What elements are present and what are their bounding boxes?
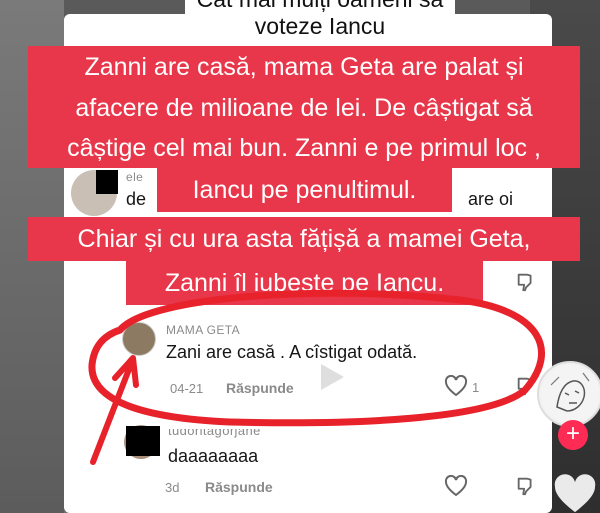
- red-annotation: [88, 289, 545, 465]
- creator-avatar-sketch-icon: [541, 365, 599, 423]
- screen: Cât mai mulți oameni să voteze Iancu ele…: [0, 0, 600, 513]
- plus-icon: +: [565, 420, 580, 447]
- follow-plus-button[interactable]: +: [558, 420, 588, 450]
- like-heart-icon[interactable]: [553, 474, 597, 513]
- annotation-ellipse: [88, 289, 545, 427]
- annotation-arrow-shaft: [90, 361, 134, 465]
- creator-avatar[interactable]: [537, 361, 600, 427]
